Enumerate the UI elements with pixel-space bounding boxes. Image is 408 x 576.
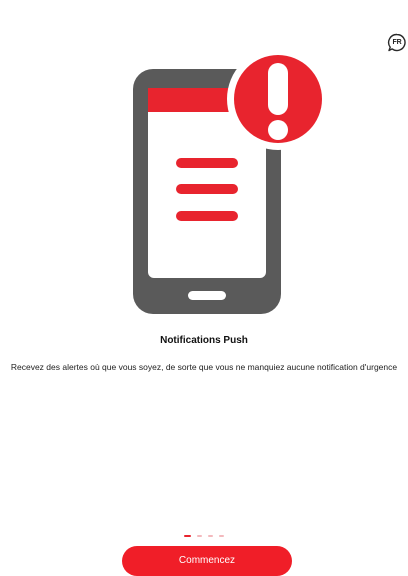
phone-home-button bbox=[188, 291, 226, 300]
page-description: Recevez des alertes où que vous soyez, d… bbox=[10, 362, 398, 372]
phone-alert-icon bbox=[133, 48, 328, 314]
page-dot bbox=[219, 535, 224, 537]
page-indicator bbox=[184, 534, 224, 538]
page-dot bbox=[208, 535, 213, 537]
message-line bbox=[176, 184, 238, 194]
start-button[interactable]: Commencez bbox=[122, 546, 292, 576]
message-line bbox=[176, 211, 238, 221]
exclamation-badge-icon bbox=[227, 48, 328, 150]
language-button[interactable]: FR bbox=[387, 33, 407, 53]
page-title: Notifications Push bbox=[160, 335, 248, 346]
page-dot-active bbox=[184, 535, 191, 537]
page-dot bbox=[197, 535, 202, 537]
language-code: FR bbox=[392, 39, 402, 46]
message-line bbox=[176, 158, 238, 168]
